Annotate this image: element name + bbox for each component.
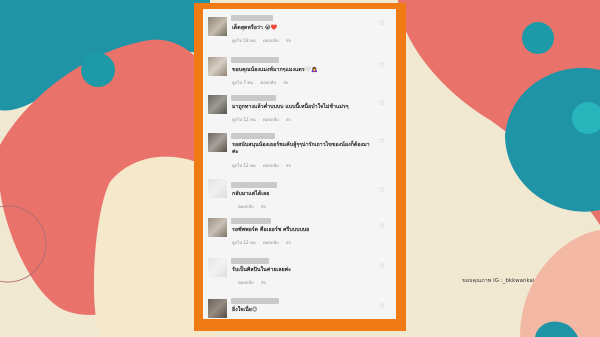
reply-button[interactable]: ตอบกลับ: [263, 163, 279, 168]
comment-text: ยิ่งใจเนี่ย😊: [232, 307, 258, 313]
avatar[interactable]: [208, 133, 227, 152]
photo-credit: ขอบคุณภาพ IG :_bkkwankai: [462, 278, 535, 284]
comment-text: มาถูกทางแล้วค่ำบบบบ แบบนี้เหนื่อบำใจไม่ช…: [232, 104, 349, 110]
heart-icon[interactable]: ♡: [379, 303, 384, 310]
comment-text: รับเป็นศิลปินในค่ายเลยค่ะ: [232, 267, 291, 273]
comment-time: ดูกไป 12 คน: [232, 117, 256, 122]
comments-panel[interactable]: เด็ดสุดหรือว่า 😭❤️ ดูกไป 18 คน ตอบกลับ ส…: [203, 9, 396, 319]
comment-meta: ดูกไป 12 คน ตอบกลับ ส่ง: [232, 162, 297, 169]
send-button[interactable]: ส่ง: [286, 240, 291, 245]
comment-time: ดูกไป 12 คน: [232, 163, 256, 168]
avatar[interactable]: [208, 258, 227, 277]
comment-text: กลับมาแต่ได้เลย: [232, 191, 270, 197]
avatar[interactable]: [208, 95, 227, 114]
reply-button[interactable]: ตอบกลับ: [263, 117, 279, 122]
comment-time: ดูกไป 7 คน: [232, 80, 254, 85]
username-blurred[interactable]: [231, 15, 273, 21]
comment-meta: ตอบกลับ ส่ง: [232, 279, 272, 286]
reply-button[interactable]: ตอบกลับ: [263, 38, 279, 43]
heart-icon[interactable]: ♡: [379, 187, 384, 194]
heart-icon[interactable]: ♡: [379, 100, 384, 107]
reply-button[interactable]: ตอบกลับ: [238, 204, 254, 209]
username-blurred[interactable]: [231, 57, 279, 63]
heart-icon[interactable]: ♡: [379, 138, 384, 145]
heart-icon[interactable]: ♡: [379, 223, 384, 230]
comment-meta: ดูกไป 7 คน ตอบกลับ ส่ง: [232, 79, 294, 86]
username-blurred[interactable]: [231, 133, 275, 139]
send-button[interactable]: ส่ง: [261, 204, 266, 209]
comment-meta: ดูกไป 18 คน ตอบกลับ ส่ง: [232, 37, 297, 44]
username-blurred[interactable]: [231, 258, 269, 264]
avatar[interactable]: [208, 17, 227, 36]
username-blurred[interactable]: [231, 95, 276, 101]
reply-button[interactable]: ตอบกลับ: [263, 240, 279, 245]
reply-button[interactable]: ตอบกลับ: [238, 280, 254, 285]
send-button[interactable]: ส่ง: [286, 163, 291, 168]
username-blurred[interactable]: [231, 182, 277, 188]
avatar[interactable]: [208, 299, 227, 318]
send-button[interactable]: ส่ง: [286, 117, 291, 122]
comment-text: รอสนับสนุนน้องเธอร์ชแค้บสู้ๆๆน่ารักเถาวไ…: [232, 142, 370, 155]
avatar[interactable]: [208, 218, 227, 237]
comment-meta: ดูกไป 12 คน ตอบกลับ ส่ง: [232, 239, 297, 246]
comment-meta: ดูกไป 12 คน ตอบกลับ ส่ง: [232, 116, 297, 123]
username-blurred[interactable]: [231, 298, 279, 304]
username-blurred[interactable]: [231, 218, 271, 224]
heart-icon[interactable]: ♡: [379, 20, 384, 27]
avatar[interactable]: [208, 179, 227, 198]
send-button[interactable]: ส่ง: [286, 38, 291, 43]
comment-text: เด็ดสุดหรือว่า 😭❤️: [232, 25, 278, 31]
send-button[interactable]: ส่ง: [283, 80, 288, 85]
comment-time: ดูกไป 12 คน: [232, 240, 256, 245]
reply-button[interactable]: ตอบกลับ: [260, 80, 276, 85]
comment-meta: ตอบกลับ ส่ง: [232, 203, 272, 210]
comment-time: ดูกไป 18 คน: [232, 38, 256, 43]
avatar[interactable]: [208, 57, 227, 76]
comment-text: ขอบคุณน้องแมงห์มากๆแมงแตร🤍🙇‍♀️: [232, 67, 318, 73]
heart-icon[interactable]: ♡: [379, 263, 384, 270]
send-button[interactable]: ส่ง: [261, 280, 266, 285]
heart-icon[interactable]: ♡: [379, 62, 384, 69]
comment-text: รอซัพพอร์ต คือเธอร์ช ศรีบบบบบย: [232, 227, 310, 233]
